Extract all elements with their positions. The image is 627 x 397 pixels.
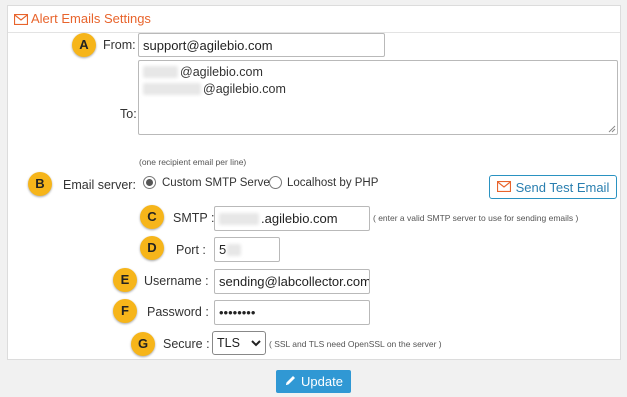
password-label: Password : (147, 305, 209, 319)
send-test-email-label: Send Test Email (515, 179, 610, 195)
marker-d: D (140, 236, 164, 260)
resize-grip-icon[interactable] (608, 125, 616, 133)
envelope-icon (496, 180, 511, 195)
port-field[interactable]: 5 (214, 237, 280, 262)
recipient-domain: @agilebio.com (203, 82, 286, 96)
username-label: Username : (144, 274, 209, 288)
port-label: Port : (176, 243, 206, 257)
recipient-domain: @agilebio.com (180, 65, 263, 79)
marker-b: B (28, 172, 52, 196)
recipient-line: @agilebio.com (143, 82, 286, 96)
smtp-hint: ( enter a valid SMTP server to use for s… (373, 213, 579, 223)
pencil-icon (284, 374, 297, 390)
update-button[interactable]: Update (276, 370, 351, 393)
from-field[interactable]: support@agilebio.com (138, 33, 385, 57)
send-test-email-button[interactable]: Send Test Email (489, 175, 617, 199)
marker-e: E (113, 268, 137, 292)
recipient-line: @agilebio.com (143, 65, 263, 79)
username-field[interactable]: sending@labcollector.com (214, 269, 370, 294)
chevron-down-icon (251, 336, 261, 350)
marker-a: A (72, 33, 96, 57)
marker-g: G (131, 332, 155, 356)
email-server-label: Email server: (63, 178, 136, 192)
marker-f: F (113, 299, 137, 323)
password-field[interactable]: •••••••• (214, 300, 370, 325)
panel-title: Alert Emails Settings (31, 11, 151, 26)
secure-select[interactable]: TLS (212, 331, 266, 355)
panel-header: Alert Emails Settings (8, 6, 620, 33)
envelope-icon (13, 12, 29, 30)
smtp-field[interactable]: .agilebio.com (214, 206, 370, 231)
marker-c: C (140, 205, 164, 229)
radio-custom-smtp-label[interactable]: Custom SMTP Server (162, 177, 274, 189)
secure-hint: ( SSL and TLS need OpenSSL on the server… (269, 339, 442, 349)
smtp-label: SMTP : (173, 211, 215, 225)
secure-value: TLS (217, 336, 240, 350)
to-label: To: (120, 107, 137, 121)
smtp-value: .agilebio.com (261, 211, 338, 226)
radio-custom-smtp[interactable] (143, 176, 156, 189)
radio-localhost-php-label[interactable]: Localhost by PHP (287, 177, 378, 189)
secure-label: Secure : (163, 337, 210, 351)
to-field[interactable]: @agilebio.com @agilebio.com (138, 60, 618, 135)
to-hint: (one recipient email per line) (139, 157, 247, 167)
port-value: 5 (219, 242, 227, 257)
update-label: Update (301, 374, 343, 389)
from-label: From: (103, 38, 136, 52)
radio-localhost-php[interactable] (269, 176, 282, 189)
